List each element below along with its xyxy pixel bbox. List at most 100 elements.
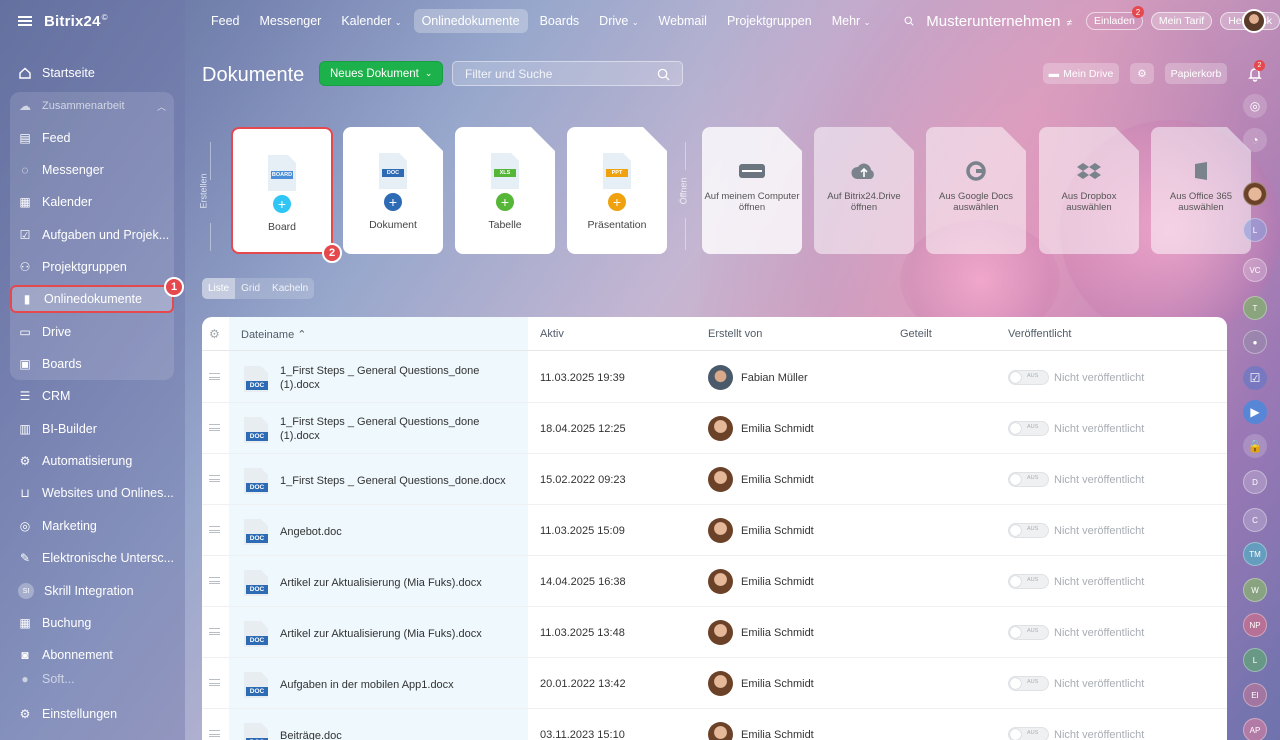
tariff-button[interactable]: Mein Tarif	[1150, 12, 1213, 30]
chat-search-icon[interactable]: ◔	[1243, 128, 1267, 152]
author-name[interactable]: Emilia Schmidt	[741, 678, 814, 690]
open-bitrix-drive-card[interactable]: Auf Bitrix24.Drive öffnen	[814, 127, 914, 254]
drag-handle-icon[interactable]	[209, 679, 220, 686]
author-name[interactable]: Emilia Schmidt	[741, 423, 814, 435]
contact-avatar[interactable]: ●	[1243, 330, 1267, 354]
publish-toggle[interactable]: AUS	[1008, 370, 1049, 385]
new-document-button[interactable]: Neues Dokument ⌄	[319, 61, 444, 86]
target-icon[interactable]: ◎	[1243, 94, 1267, 118]
file-name[interactable]: 1_First Steps _ General Questions_done (…	[280, 415, 510, 443]
table-row[interactable]: DOC 1_First Steps _ General Questions_do…	[202, 403, 1227, 454]
open-google-docs-card[interactable]: Aus Google Docs auswählen	[926, 127, 1026, 254]
file-name[interactable]: Aufgaben in der mobilen App1.docx	[280, 678, 510, 692]
author-name[interactable]: Emilia Schmidt	[741, 627, 814, 639]
sidebar-item-abonnement[interactable]: ◙ Abonnement	[10, 641, 174, 669]
nav-onlinedokumente[interactable]: Onlinedokumente	[413, 9, 528, 33]
sidebar-item-automatisierung[interactable]: ⚙ Automatisierung	[10, 447, 174, 475]
publish-toggle[interactable]: AUS	[1008, 472, 1049, 487]
sidebar-item-marketing[interactable]: ◎ Marketing	[10, 512, 174, 540]
user-avatar[interactable]	[1242, 9, 1266, 33]
sidebar-item-aufgaben[interactable]: ☑ Aufgaben und Projek...	[10, 221, 174, 249]
column-geteilt[interactable]: Geteilt	[900, 328, 932, 340]
nav-drive[interactable]: Drive ⌄	[591, 9, 646, 33]
nav-projektgruppen[interactable]: Projektgruppen	[719, 9, 820, 33]
nav-feed[interactable]: Feed	[203, 9, 248, 33]
create-board-card[interactable]: BOARD + Board	[231, 127, 333, 254]
my-drive-button[interactable]: ▬ Mein Drive	[1043, 63, 1119, 84]
lock-icon[interactable]: 🔒	[1243, 434, 1267, 458]
sidebar-item-crm[interactable]: ☰ CRM	[10, 382, 174, 410]
file-name[interactable]: 1_First Steps _ General Questions_done (…	[280, 364, 510, 392]
search-icon[interactable]	[904, 14, 914, 28]
author-name[interactable]: Emilia Schmidt	[741, 576, 814, 588]
settings-button[interactable]: ⚙	[1130, 63, 1154, 84]
table-row[interactable]: DOC Artikel zur Aktualisierung (Mia Fuks…	[202, 556, 1227, 607]
logo[interactable]: Bitrix24©	[44, 13, 108, 30]
author-name[interactable]: Emilia Schmidt	[741, 525, 814, 537]
create-document-card[interactable]: DOC + Dokument	[343, 127, 443, 254]
drag-handle-icon[interactable]	[209, 373, 220, 380]
menu-icon[interactable]	[18, 16, 32, 26]
table-row[interactable]: DOC 1_First Steps _ General Questions_do…	[202, 352, 1227, 403]
sidebar-item-bi-builder[interactable]: ▥ BI-Builder	[10, 415, 174, 443]
publish-toggle[interactable]: AUS	[1008, 625, 1049, 640]
avatar[interactable]	[708, 416, 733, 441]
nav-boards[interactable]: Boards	[532, 9, 588, 33]
drag-handle-icon[interactable]	[209, 424, 220, 431]
sidebar-item-onlinedokumente[interactable]: ▮ Onlinedokumente	[10, 285, 174, 313]
publish-toggle[interactable]: AUS	[1008, 574, 1049, 589]
table-row[interactable]: DOC Artikel zur Aktualisierung (Mia Fuks…	[202, 607, 1227, 658]
sidebar-item-startseite[interactable]: Startseite	[10, 59, 174, 87]
file-name[interactable]: Angebot.doc	[280, 525, 510, 539]
table-row[interactable]: DOC 1_First Steps _ General Questions_do…	[202, 454, 1227, 505]
drag-handle-icon[interactable]	[209, 730, 220, 737]
contact-avatar[interactable]: L	[1243, 648, 1267, 672]
avatar[interactable]	[708, 671, 733, 696]
contact-avatar[interactable]: EI	[1243, 683, 1267, 707]
tasks-icon[interactable]: ☑	[1243, 366, 1267, 390]
drag-handle-icon[interactable]	[209, 628, 220, 635]
contact-avatar[interactable]: L	[1243, 218, 1267, 242]
sidebar-item-drive[interactable]: ▭ Drive	[10, 318, 174, 346]
drag-handle-icon[interactable]	[209, 526, 220, 533]
sidebar-item-messenger[interactable]: ◌ Messenger	[10, 156, 174, 184]
view-tiles-tab[interactable]: Kacheln	[266, 278, 314, 299]
author-name[interactable]: Emilia Schmidt	[741, 729, 814, 740]
contact-avatar[interactable]	[1243, 182, 1267, 206]
avatar[interactable]	[708, 620, 733, 645]
table-row[interactable]: DOC Aufgaben in der mobilen App1.docx 20…	[202, 658, 1227, 709]
nav-webmail[interactable]: Webmail	[651, 9, 715, 33]
publish-toggle[interactable]: AUS	[1008, 523, 1049, 538]
column-dateiname[interactable]: Dateiname ⌃	[241, 328, 306, 341]
contact-avatar[interactable]: TM	[1243, 542, 1267, 566]
column-erstellt-von[interactable]: Erstellt von	[708, 328, 762, 340]
sidebar-item-boards[interactable]: ▣ Boards	[10, 350, 174, 378]
contact-avatar[interactable]: C	[1243, 508, 1267, 532]
table-row[interactable]: DOC Beiträge.doc 03.11.2023 15:10 Emilia…	[202, 709, 1227, 740]
open-dropbox-card[interactable]: Aus Dropbox auswählen	[1039, 127, 1139, 254]
avatar[interactable]	[708, 467, 733, 492]
nav-kalender[interactable]: Kalender ⌄	[333, 9, 409, 33]
avatar[interactable]	[708, 722, 733, 740]
sidebar-item-einstellungen[interactable]: ⚙ Einstellungen	[10, 700, 174, 728]
sidebar-item-websites[interactable]: ⊔ Websites und Onlines...	[10, 479, 174, 507]
view-grid-tab[interactable]: Grid	[235, 278, 266, 299]
publish-toggle[interactable]: AUS	[1008, 676, 1049, 691]
sidebar-group-header[interactable]: ☁ Zusammenarbeit ︿	[10, 92, 174, 120]
sidebar-item-signature[interactable]: ✎ Elektronische Untersc...	[10, 544, 174, 572]
drag-handle-icon[interactable]	[209, 577, 220, 584]
file-name[interactable]: Artikel zur Aktualisierung (Mia Fuks).do…	[280, 627, 510, 641]
view-list-tab[interactable]: Liste	[202, 278, 236, 299]
author-name[interactable]: Emilia Schmidt	[741, 474, 814, 486]
filter-search-input[interactable]: Filter und Suche	[452, 61, 683, 86]
create-spreadsheet-card[interactable]: XLS + Tabelle	[455, 127, 555, 254]
file-name[interactable]: Artikel zur Aktualisierung (Mia Fuks).do…	[280, 576, 510, 590]
open-computer-card[interactable]: Auf meinem Computer öffnen	[702, 127, 802, 254]
nav-mehr[interactable]: Mehr ⌄	[824, 9, 879, 33]
drag-handle-icon[interactable]	[209, 475, 220, 482]
nav-messenger[interactable]: Messenger	[252, 9, 330, 33]
gear-icon[interactable]: ⚙	[209, 327, 220, 341]
company-name[interactable]: Musterunternehmen ≠	[926, 13, 1072, 30]
contact-avatar[interactable]: NP	[1243, 613, 1267, 637]
author-name[interactable]: Fabian Müller	[741, 372, 808, 384]
